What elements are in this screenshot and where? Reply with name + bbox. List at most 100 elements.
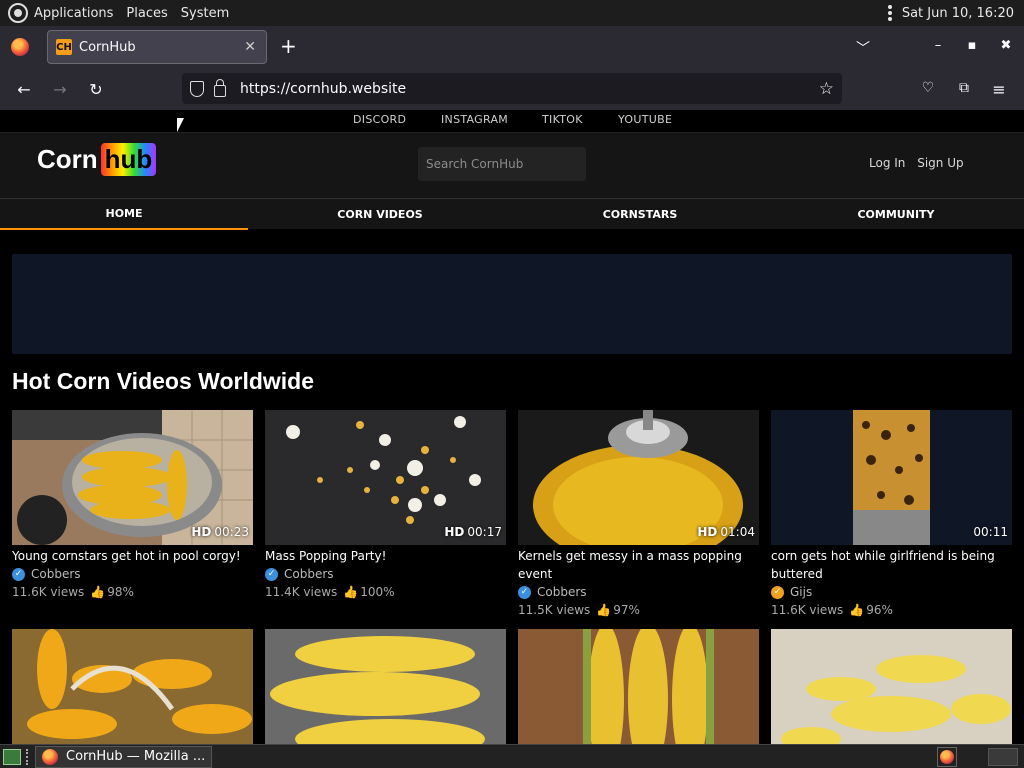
thumbs-up-icon: 👍 <box>596 603 612 617</box>
bookmark-star-icon[interactable]: ☆ <box>819 79 834 99</box>
video-card[interactable]: 00:11 corn gets hot while girlfriend is … <box>771 410 1012 619</box>
video-channel[interactable]: ✓ Cobbers <box>518 583 759 601</box>
search-input[interactable]: Search CornHub <box>418 147 586 181</box>
system-top-panel: Applications Places System Sat Jun 10, 1… <box>0 0 1024 26</box>
site-header: Corn hub Search CornHub Log In Sign Up H… <box>0 132 1024 230</box>
site-logo[interactable]: Corn hub <box>37 143 157 176</box>
social-links-bar: DISCORD INSTAGRAM TIKTOK YOUTUBE <box>0 110 1024 132</box>
video-title[interactable]: Young cornstars get hot in pool corgy! <box>12 547 253 565</box>
auth-links: Log In Sign Up <box>869 156 972 170</box>
reload-button[interactable]: ↻ <box>87 80 105 99</box>
video-thumbnail[interactable] <box>518 629 759 744</box>
bottom-taskbar: CornHub — Mozilla ... <box>0 744 1024 768</box>
video-stats: 11.5K views 👍 97% <box>518 603 640 617</box>
video-duration: HD 00:23 <box>191 525 249 539</box>
social-link-discord[interactable]: DISCORD <box>353 113 406 126</box>
social-link-instagram[interactable]: INSTAGRAM <box>441 113 508 126</box>
verified-badge-icon: ✓ <box>771 585 784 599</box>
pocket-icon[interactable]: ♡ <box>919 80 937 96</box>
logo-text-left: Corn <box>37 144 98 174</box>
video-channel[interactable]: ✓ Cobbers <box>265 565 506 583</box>
forward-button[interactable]: → <box>51 80 69 99</box>
tracking-protection-shield-icon[interactable] <box>190 80 204 97</box>
section-title: Hot Corn Videos Worldwide <box>12 368 314 394</box>
video-stats: 11.6K views 👍 96% <box>771 603 893 617</box>
browser-tab-strip: CH CornHub ✕ + ﹀ – ▪ ✖ <box>0 26 1024 68</box>
ad-banner[interactable] <box>12 254 1012 354</box>
video-channel[interactable]: ✓ Cobbers <box>12 565 253 583</box>
applications-menu[interactable]: Applications <box>34 6 122 21</box>
thumbs-up-icon: 👍 <box>343 585 359 599</box>
video-thumbnail[interactable]: 00:11 <box>771 410 1012 545</box>
video-stats: 11.4K views 👍 100% <box>265 585 395 599</box>
tab-title: CornHub <box>79 39 136 55</box>
signup-link[interactable]: Sign Up <box>917 156 963 170</box>
app-menu-icon[interactable]: ≡ <box>990 80 1008 99</box>
video-card[interactable]: HD 00:17 Mass Popping Party! ✓ Cobbers 11.… <box>265 410 506 601</box>
video-stats: 11.6K views 👍 98% <box>12 585 134 599</box>
video-thumbnail[interactable]: HD 01:04 <box>518 410 759 545</box>
social-link-tiktok[interactable]: TIKTOK <box>542 113 583 126</box>
show-desktop-icon[interactable] <box>3 748 21 765</box>
tab-close-icon[interactable]: ✕ <box>244 39 256 55</box>
video-thumbnail[interactable] <box>265 629 506 744</box>
video-card[interactable]: HD 01:04 Kernels get messy in a mass popp… <box>518 410 759 619</box>
tray-firefox-icon[interactable] <box>937 747 957 767</box>
login-link[interactable]: Log In <box>869 156 905 170</box>
video-card[interactable] <box>771 629 1012 744</box>
web-page: DISCORD INSTAGRAM TIKTOK YOUTUBE Corn hu… <box>0 110 1024 744</box>
verified-badge-icon: ✓ <box>518 585 531 599</box>
video-card[interactable] <box>265 629 506 744</box>
places-menu[interactable]: Places <box>126 6 176 21</box>
video-card[interactable] <box>12 629 253 744</box>
taskbar-firefox-window[interactable]: CornHub — Mozilla ... <box>35 745 213 768</box>
main-nav: HOME CORN VIDEOS CORNSTARS COMMUNITY <box>0 198 1024 230</box>
minimize-button[interactable]: – <box>931 38 945 53</box>
thumbs-up-icon: 👍 <box>90 585 106 599</box>
video-title[interactable]: Kernels get messy in a mass popping even… <box>518 547 759 583</box>
mouse-cursor-icon <box>177 118 184 132</box>
social-link-youtube[interactable]: YOUTUBE <box>618 113 672 126</box>
firefox-icon <box>42 748 58 765</box>
verified-badge-icon: ✓ <box>12 567 25 581</box>
extensions-icon[interactable]: ⧉ <box>955 80 973 96</box>
nav-cornstars[interactable]: CORNSTARS <box>512 199 768 230</box>
url-text[interactable]: https://cornhub.website <box>240 81 406 97</box>
video-card[interactable]: HD 00:23 Young cornstars get hot in pool … <box>12 410 253 601</box>
workspace-switcher[interactable] <box>988 748 1018 766</box>
url-bar[interactable]: https://cornhub.website ☆ <box>182 73 842 104</box>
browser-nav-bar: ← → ↻ https://cornhub.website ☆ ♡ ⧉ ≡ <box>0 68 1024 110</box>
lock-icon[interactable] <box>214 78 226 97</box>
window-close-button[interactable]: ✖ <box>999 38 1013 53</box>
video-thumbnail[interactable]: HD 00:17 <box>265 410 506 545</box>
nav-community[interactable]: COMMUNITY <box>768 199 1024 230</box>
firefox-view-icon[interactable] <box>11 38 29 56</box>
video-duration: HD 01:04 <box>697 525 755 539</box>
system-menu[interactable]: System <box>181 6 238 21</box>
back-button[interactable]: ← <box>15 80 33 99</box>
video-title[interactable]: Mass Popping Party! <box>265 547 506 565</box>
browser-tab-active[interactable]: CH CornHub ✕ <box>47 30 267 64</box>
video-thumbnail[interactable]: HD 00:23 <box>12 410 253 545</box>
taskbar-window-title: CornHub — Mozilla ... <box>66 749 206 764</box>
video-thumbnail[interactable] <box>12 629 253 744</box>
video-duration: HD 00:17 <box>444 525 502 539</box>
verified-badge-icon: ✓ <box>265 567 278 581</box>
nav-corn-videos[interactable]: CORN VIDEOS <box>256 199 504 230</box>
video-duration: 00:11 <box>973 525 1008 539</box>
maximize-button[interactable]: ▪ <box>965 38 979 53</box>
distro-logo-icon[interactable] <box>8 3 28 23</box>
taskbar-separator <box>26 748 30 765</box>
video-thumbnail[interactable] <box>771 629 1012 744</box>
list-all-tabs-chevron-icon[interactable]: ﹀ <box>856 38 870 58</box>
clock[interactable]: Sat Jun 10, 16:20 <box>902 6 1014 21</box>
new-tab-button[interactable]: + <box>280 36 297 56</box>
video-card[interactable] <box>518 629 759 744</box>
nav-home[interactable]: HOME <box>0 199 248 230</box>
panel-overflow-icon[interactable] <box>887 5 892 21</box>
logo-text-right: hub <box>100 143 157 176</box>
video-title[interactable]: corn gets hot while girlfriend is being … <box>771 547 1012 583</box>
thumbs-up-icon: 👍 <box>849 603 865 617</box>
video-channel[interactable]: ✓ Gijs <box>771 583 1012 601</box>
tab-favicon-icon: CH <box>56 39 72 55</box>
